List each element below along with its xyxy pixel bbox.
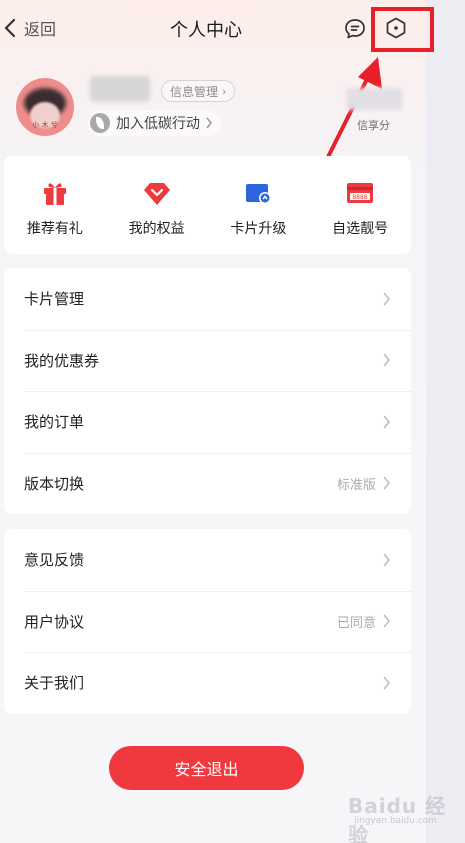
message-icon[interactable] xyxy=(343,17,367,41)
chevron-right-icon xyxy=(383,292,390,306)
logout-button[interactable]: 安全退出 xyxy=(109,746,304,790)
quick-label: 我的权益 xyxy=(128,221,185,237)
menu-label: 版本切换 xyxy=(24,474,85,493)
menu-label: 用户协议 xyxy=(24,612,85,631)
score-value-redacted xyxy=(346,88,402,110)
right-gutter xyxy=(426,0,465,843)
menu-label: 卡片管理 xyxy=(24,290,85,309)
chevron-right-icon xyxy=(383,415,390,429)
chevron-right-icon xyxy=(383,676,390,690)
card-upgrade-icon xyxy=(246,184,272,204)
quick-label: 卡片升级 xyxy=(230,221,287,237)
quick-item-benefits[interactable]: 我的权益 xyxy=(106,156,208,254)
menu-item-version-switch[interactable]: 版本切换 标准版 xyxy=(4,452,411,515)
gem-icon xyxy=(143,183,170,205)
menu-value: 已同意 xyxy=(336,615,376,631)
menu-item-orders[interactable]: 我的订单 xyxy=(4,391,411,453)
low-carbon-label: 加入低碳行动 xyxy=(116,116,200,132)
avatar-caption: 小 木 兮 xyxy=(32,121,58,129)
menu-item-about-us[interactable]: 关于我们 xyxy=(4,652,411,714)
menu-label: 关于我们 xyxy=(24,674,85,693)
chevron-right-icon xyxy=(383,353,390,367)
score-label: 信享分 xyxy=(357,119,390,132)
quick-item-recommend[interactable]: 推荐有礼 xyxy=(4,156,106,254)
watermark-url: jingyan.baidu.com xyxy=(354,816,438,826)
menu-value: 标准版 xyxy=(336,477,376,493)
gift-icon xyxy=(43,183,66,205)
quick-item-card-upgrade[interactable]: 卡片升级 xyxy=(208,156,310,254)
chevron-right-icon: › xyxy=(222,84,227,98)
quick-label: 推荐有礼 xyxy=(26,221,83,237)
chevron-right-icon xyxy=(383,476,390,490)
svg-text:8888: 8888 xyxy=(352,194,367,201)
quick-actions-card: 推荐有礼 我的权益 卡片升级 8888 自选靓号 xyxy=(4,156,411,254)
menu-label: 我的订单 xyxy=(24,413,85,432)
quick-item-pick-number[interactable]: 8888 自选靓号 xyxy=(309,156,411,254)
chevron-right-icon xyxy=(206,117,212,129)
top-bar: 返回 个人中心 xyxy=(0,0,426,56)
number-card-icon: 8888 xyxy=(347,183,374,203)
chevron-right-icon xyxy=(383,553,390,567)
username-redacted xyxy=(90,76,150,102)
info-management-tag[interactable]: 信息管理 › xyxy=(161,80,236,102)
menu-item-user-agreement[interactable]: 用户协议 已同意 xyxy=(4,590,411,653)
menu-item-card-management[interactable]: 卡片管理 xyxy=(4,268,411,330)
low-carbon-button[interactable]: 加入低碳行动 xyxy=(88,110,221,136)
chevron-right-icon xyxy=(383,614,390,628)
menu-label: 我的优惠券 xyxy=(24,351,100,370)
menu-group-1: 卡片管理 我的优惠券 我的订单 版本切换 标准版 xyxy=(4,268,411,514)
info-tag-label: 信息管理 xyxy=(170,84,219,99)
avatar[interactable]: 小 木 兮 xyxy=(16,78,74,136)
leaf-icon xyxy=(90,113,110,133)
quick-label: 自选靓号 xyxy=(332,221,389,237)
menu-item-coupons[interactable]: 我的优惠券 xyxy=(4,329,411,392)
highlight-box xyxy=(371,7,434,52)
menu-label: 意见反馈 xyxy=(24,551,85,570)
menu-group-2: 意见反馈 用户协议 已同意 关于我们 xyxy=(4,529,411,714)
menu-item-feedback[interactable]: 意见反馈 xyxy=(4,529,411,591)
